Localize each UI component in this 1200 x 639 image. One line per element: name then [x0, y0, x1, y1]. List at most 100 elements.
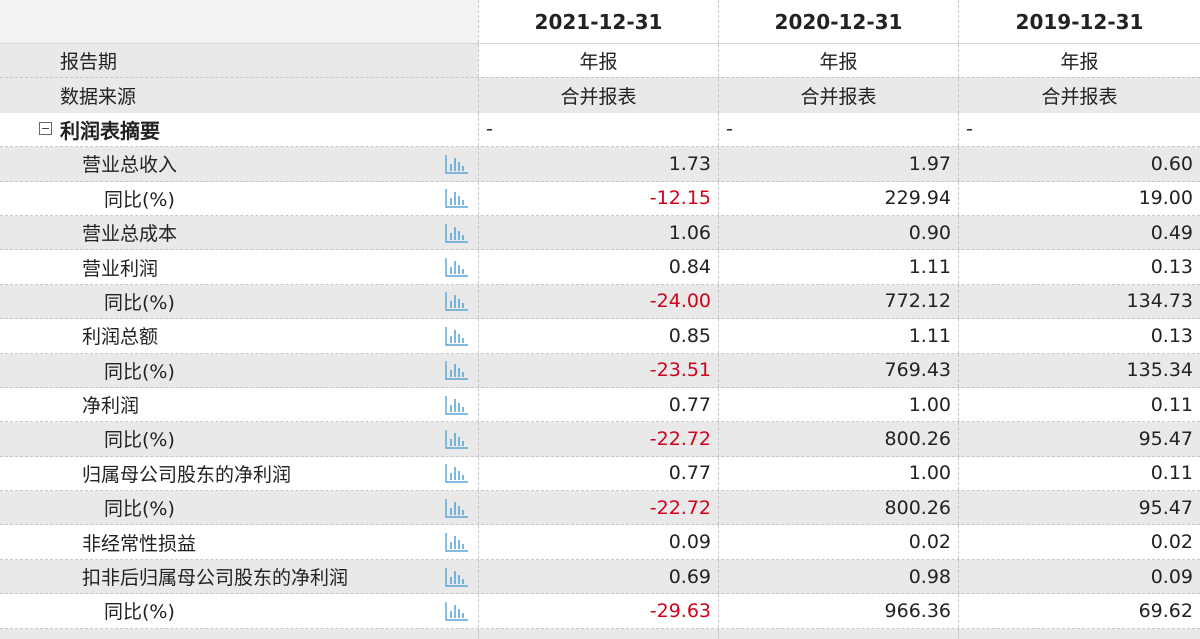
table-row[interactable]: 营业总成本 1.06 0.90 0.49 [0, 215, 1200, 251]
value-cell: 1.00 [718, 387, 958, 422]
data-source-value: 合并报表 [718, 78, 958, 113]
row-label: 扣非后归属母公司股东的净利润 [82, 567, 349, 590]
bar-chart-icon[interactable] [444, 153, 470, 175]
value-cell: 0.69 [478, 559, 718, 594]
value-cell: 69.62 [958, 594, 1200, 628]
column-header-date[interactable]: 2021-12-31 [478, 0, 718, 43]
row-label: 同比(%) [104, 601, 175, 624]
bar-chart-icon[interactable] [444, 497, 470, 519]
table-row[interactable]: 同比(%) -24.00 772.12 134.73 [0, 284, 1200, 320]
table-row[interactable]: 同比(%) -23.51 769.43 135.34 [0, 353, 1200, 388]
data-source-value: 合并报表 [478, 78, 718, 113]
row-label: 营业总收入 [82, 154, 178, 177]
value-cell: 1.11 [718, 250, 958, 284]
column-header-date[interactable]: 2019-12-31 [958, 0, 1200, 43]
value-cell: 0.09 [478, 525, 718, 559]
value-cell: 0.49 [958, 215, 1200, 250]
report-period-value: 年报 [718, 44, 958, 78]
value-cell: 769.43 [718, 353, 958, 387]
value-cell: 0.09 [958, 559, 1200, 594]
value-cell: 1.97 [718, 147, 958, 181]
value-cell: 0.13 [958, 319, 1200, 353]
section-value: - [478, 112, 718, 147]
bar-chart-icon[interactable] [444, 359, 470, 381]
collapse-minus-icon[interactable] [39, 122, 52, 136]
row-label: 非经常性损益 [82, 532, 197, 555]
bar-chart-icon[interactable] [444, 325, 470, 347]
table-row[interactable]: 同比(%) -12.15 229.94 19.00 [0, 181, 1200, 216]
value-cell: 0.13 [958, 250, 1200, 284]
row-label: 同比(%) [104, 498, 175, 521]
value-cell: 1.00 [718, 456, 958, 491]
value-cell: -24.00 [478, 284, 718, 319]
bar-chart-icon[interactable] [444, 428, 470, 450]
bar-chart-icon[interactable] [444, 290, 470, 312]
value-cell: 0.60 [958, 147, 1200, 181]
section-value: - [718, 112, 958, 147]
data-source-value: 合并报表 [958, 78, 1200, 113]
value-cell: 772.12 [718, 284, 958, 319]
bar-chart-icon[interactable] [444, 222, 470, 244]
row-label: 报告期 [60, 51, 118, 74]
value-cell: 134.73 [958, 284, 1200, 319]
value-cell: -22.72 [478, 491, 718, 525]
value-cell: 0.77 [478, 387, 718, 422]
value-cell: 95.47 [958, 491, 1200, 525]
value-cell: -23.51 [478, 353, 718, 387]
table-row[interactable]: 营业总收入 1.73 1.97 0.60 [0, 147, 1200, 182]
row-label: 利润总额 [82, 326, 159, 349]
row-label: 净利润 [82, 395, 140, 418]
table-row[interactable]: 非经常性损益 0.09 0.02 0.02 [0, 525, 1200, 560]
bar-chart-icon[interactable] [444, 256, 470, 278]
value-cell: 0.02 [718, 525, 958, 559]
value-cell: 0.11 [958, 387, 1200, 422]
value-cell: -29.63 [478, 594, 718, 628]
value-cell: 135.34 [958, 353, 1200, 387]
table-row[interactable]: 营业利润 0.84 1.11 0.13 [0, 250, 1200, 285]
row-label: 营业总成本 [82, 223, 178, 246]
column-header-date[interactable]: 2020-12-31 [718, 0, 958, 43]
value-cell: 0.90 [718, 215, 958, 250]
table-row[interactable]: 利润总额 0.85 1.11 0.13 [0, 319, 1200, 354]
bar-chart-icon[interactable] [444, 600, 470, 622]
value-cell: 1.06 [478, 215, 718, 250]
value-cell: 0.84 [478, 250, 718, 284]
bar-chart-icon[interactable] [444, 566, 470, 588]
row-label: 同比(%) [104, 429, 175, 452]
value-cell: 0.77 [478, 456, 718, 491]
row-label: 同比(%) [104, 188, 175, 211]
report-period-value: 年报 [478, 44, 718, 78]
table-row-partial [0, 628, 1200, 639]
row-label: 同比(%) [104, 291, 175, 314]
table-row[interactable]: 同比(%) -22.72 800.26 95.47 [0, 422, 1200, 457]
report-period-row: 报告期 年报 年报 年报 [0, 44, 1200, 79]
section-value: - [958, 112, 1200, 147]
table-row[interactable]: 扣非后归属母公司股东的净利润 0.69 0.98 0.09 [0, 559, 1200, 595]
value-cell: 1.73 [478, 147, 718, 181]
value-cell: 800.26 [718, 422, 958, 456]
value-cell: -22.72 [478, 422, 718, 456]
row-label: 数据来源 [60, 86, 137, 109]
bar-chart-icon[interactable] [444, 462, 470, 484]
value-cell: 95.47 [958, 422, 1200, 456]
financial-table: 2021-12-31 2020-12-31 2019-12-31 报告期 年报 … [0, 0, 1200, 639]
section-title: 利润表摘要 [60, 118, 160, 143]
bar-chart-icon[interactable] [444, 187, 470, 209]
row-label: 营业利润 [82, 257, 159, 280]
value-cell: 0.02 [958, 525, 1200, 559]
table-row[interactable]: 同比(%) -29.63 966.36 69.62 [0, 594, 1200, 629]
data-rows: 营业总收入 1.73 1.97 0.60 同比(%) -12.15 229.94 19.00 营… [0, 147, 1200, 629]
header-corner [0, 0, 478, 43]
value-cell: 19.00 [958, 181, 1200, 215]
table-row[interactable]: 同比(%) -22.72 800.26 95.47 [0, 491, 1200, 526]
bar-chart-icon[interactable] [444, 394, 470, 416]
table-row[interactable]: 归属母公司股东的净利润 0.77 1.00 0.11 [0, 456, 1200, 492]
table-row[interactable]: 净利润 0.77 1.00 0.11 [0, 387, 1200, 423]
section-row-income-summary[interactable]: 利润表摘要 - - - [0, 112, 1200, 148]
value-cell: 800.26 [718, 491, 958, 525]
value-cell: 1.11 [718, 319, 958, 353]
report-period-value: 年报 [958, 44, 1200, 78]
table-header-row: 2021-12-31 2020-12-31 2019-12-31 [0, 0, 1200, 44]
bar-chart-icon[interactable] [444, 531, 470, 553]
row-label: 同比(%) [104, 360, 175, 383]
